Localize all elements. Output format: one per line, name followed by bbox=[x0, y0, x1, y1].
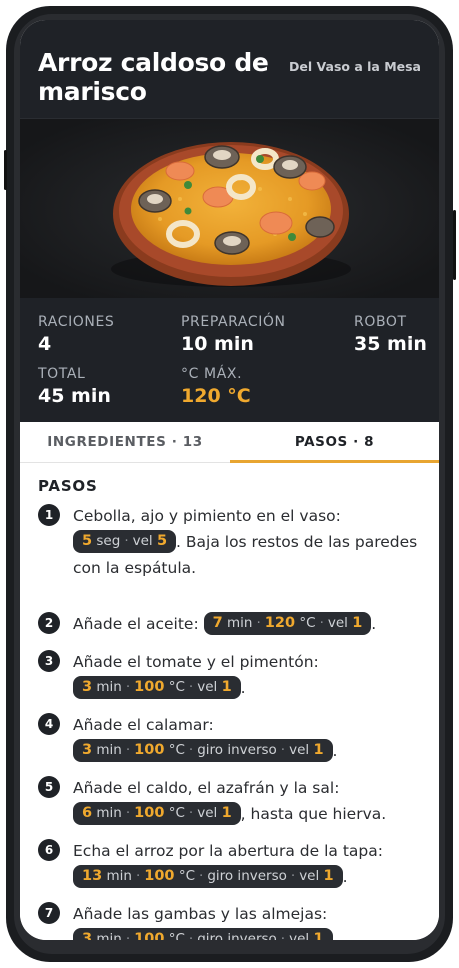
recipe-header: Arroz caldoso de marisco Del Vaso a la M… bbox=[20, 20, 439, 118]
recipe-photo bbox=[20, 118, 439, 299]
stat-value: 45 min bbox=[38, 385, 111, 407]
robot-settings-chip[interactable]: 3 min · 100 °C · giro inverso · vel 1 bbox=[73, 928, 333, 940]
step-text: Echa el arroz por la abertura de la tapa… bbox=[73, 842, 383, 888]
recipe-stats: RACIONES 4 PREPARACIÓN 10 min ROBOT 35 m… bbox=[20, 298, 439, 422]
stat-preparacion: PREPARACIÓN 10 min bbox=[181, 314, 286, 355]
step-number: 3 bbox=[38, 650, 60, 672]
step-text: Añade el aceite: 7 min · 120 °C · vel 1. bbox=[73, 611, 423, 637]
step-text: Añade el caldo, el azafrán y la sal: 6 m… bbox=[73, 779, 387, 825]
app-screen: Arroz caldoso de marisco Del Vaso a la M… bbox=[20, 20, 439, 940]
paella-dish-image bbox=[20, 119, 439, 299]
robot-settings-chip[interactable]: 3 min · 100 °C · vel 1 bbox=[73, 676, 241, 699]
step-text: Cebolla, ajo y pimiento en el vaso: 5 se… bbox=[73, 507, 418, 577]
step-text: Añade el tomate y el pimentón: 3 min · 100… bbox=[73, 653, 319, 699]
step-text: Añade el calamar: 3 min · 100 °C · giro inve… bbox=[73, 716, 338, 762]
section-title: PASOS bbox=[38, 477, 98, 495]
stat-value: 4 bbox=[38, 333, 52, 355]
recipe-tabs: INGREDIENTES · 13 PASOS · 8 bbox=[20, 422, 439, 463]
robot-settings-chip[interactable]: 3 min · 100 °C · giro inverso · vel 1 bbox=[73, 739, 333, 762]
stat-value: 10 min bbox=[181, 333, 254, 355]
step-number: 5 bbox=[38, 776, 60, 798]
robot-settings-chip[interactable]: 6 min · 100 °C · vel 1 bbox=[73, 802, 241, 825]
step-number: 7 bbox=[38, 902, 60, 924]
stat-label: ROBOT bbox=[354, 314, 407, 330]
tab-ingredientes[interactable]: INGREDIENTES · 13 bbox=[20, 422, 230, 462]
steps-panel: PASOS 1 Cebolla, ajo y pimiento en el va… bbox=[20, 463, 439, 940]
stat-label: PREPARACIÓN bbox=[181, 314, 286, 330]
phone-side-button bbox=[453, 210, 456, 280]
stat-raciones: RACIONES 4 bbox=[38, 314, 114, 355]
step-number: 2 bbox=[38, 612, 60, 634]
robot-settings-chip[interactable]: 7 min · 120 °C · vel 1 bbox=[203, 612, 372, 635]
stat-label: TOTAL bbox=[38, 366, 86, 382]
stat-total: TOTAL 45 min bbox=[38, 366, 111, 407]
tab-pasos[interactable]: PASOS · 8 bbox=[230, 422, 439, 462]
stat-value: 120 °C bbox=[181, 385, 251, 407]
robot-settings-chip[interactable]: 13 min · 100 °C · giro inverso · vel 1 bbox=[73, 865, 343, 888]
robot-settings-chip[interactable]: 5 seg · vel 5 bbox=[73, 530, 177, 553]
stat-value: 35 min bbox=[354, 333, 427, 355]
stat-robot: ROBOT 35 min bbox=[354, 314, 427, 355]
stat-temp-max: °C MÁX. 120 °C bbox=[181, 366, 251, 407]
step-number: 4 bbox=[38, 713, 60, 735]
brand-name: Del Vaso a la Mesa bbox=[289, 59, 421, 74]
recipe-title: Arroz caldoso de marisco bbox=[38, 48, 269, 106]
stat-label: RACIONES bbox=[38, 314, 115, 330]
step-number: 1 bbox=[38, 504, 60, 526]
step-number: 6 bbox=[38, 839, 60, 861]
phone-side-button bbox=[4, 150, 7, 190]
stat-label: °C MÁX. bbox=[181, 366, 243, 382]
step-text: Añade las gambas y las almejas: 3 min · 10… bbox=[73, 901, 423, 940]
